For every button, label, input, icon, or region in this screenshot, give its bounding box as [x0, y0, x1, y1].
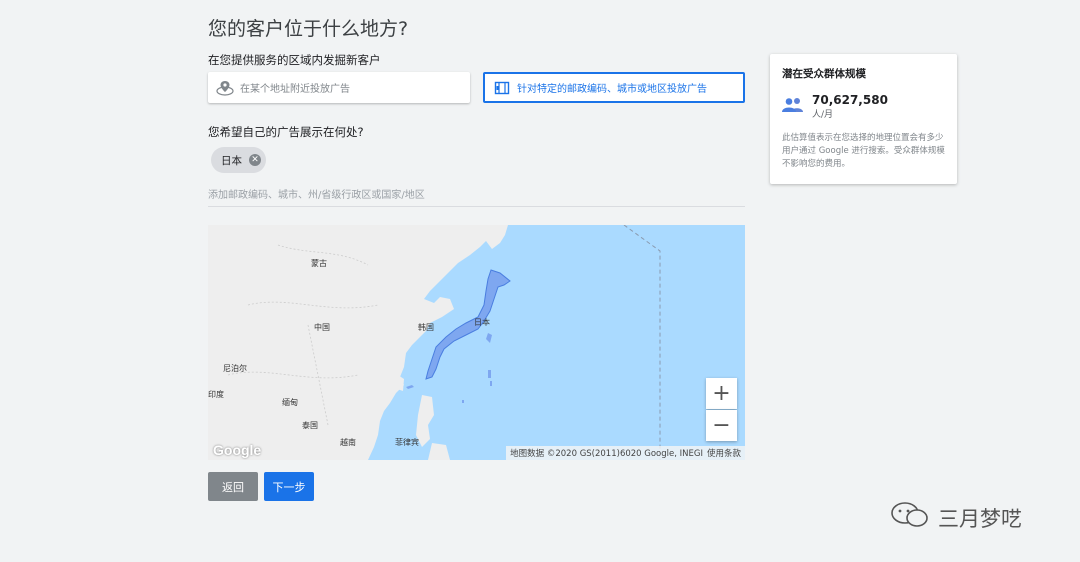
people-icon — [782, 97, 804, 117]
zoom-in-button[interactable]: + — [706, 378, 737, 409]
zoom-out-button[interactable]: − — [706, 410, 737, 441]
terms-link[interactable]: 使用条款 — [707, 447, 741, 459]
service-area-label: 在您提供服务的区域内发掘新客户 — [208, 53, 381, 67]
audience-unit: 人/月 — [812, 110, 834, 120]
map-label-korea: 韩国 — [418, 323, 434, 332]
map-label-china: 中国 — [314, 323, 330, 332]
chip-label: 日本 — [221, 154, 242, 167]
wechat-icon — [890, 500, 930, 535]
map-label-mongolia: 蒙古 — [311, 259, 327, 268]
ryukyu-island — [406, 385, 414, 389]
audience-card-title: 潜在受众群体规模 — [782, 68, 866, 80]
southern-islands — [428, 443, 450, 460]
wechat-watermark: 三月梦呓 — [890, 500, 1022, 535]
location-radius-icon — [216, 79, 234, 97]
map-data-credit: 地图数据 ©2020 GS(2011)6020 Google, INEGI — [510, 449, 703, 459]
map-attribution: 地图数据 ©2020 GS(2011)6020 Google, INEGI 使用… — [506, 446, 745, 460]
region-map-icon — [493, 79, 511, 97]
audience-size-card: 潜在受众群体规模 70,627,580 人/月 此估算值表示在您选择的地理位置会… — [770, 54, 957, 184]
map-label-japan: 日本 — [474, 318, 490, 327]
date-line-boundary — [623, 225, 661, 460]
nearby-address-label: 在某个地址附近投放广告 — [240, 84, 350, 95]
remove-chip-icon[interactable]: ✕ — [249, 154, 261, 166]
page-title: 您的客户位于什么地方? — [208, 18, 409, 40]
sakhalin-landmass — [484, 225, 508, 249]
japan-island-b — [490, 381, 492, 386]
location-search-input[interactable] — [208, 185, 745, 207]
targeted-region-label: 针对特定的邮政编码、城市或地区投放广告 — [517, 84, 707, 95]
map-label-india: 印度 — [208, 390, 224, 399]
map-label-nepal: 尼泊尔 — [223, 364, 247, 373]
map-label-thailand: 泰国 — [302, 421, 318, 430]
audience-description: 此估算值表示在您选择的地理位置会有多少用户通过 Google 进行搜索。受众群体… — [782, 133, 945, 169]
japan-island-a — [488, 370, 491, 378]
nearby-address-option[interactable]: 在某个地址附近投放广告 — [208, 72, 470, 103]
taiwan-landmass — [397, 375, 404, 391]
japan-small-island — [486, 333, 492, 343]
location-chip-japan: 日本 ✕ — [211, 147, 266, 173]
map-view[interactable]: 蒙古 中国 韩国 日本 尼泊尔 印度 缅甸 泰国 越南 菲律宾 + − Goog… — [208, 225, 745, 460]
next-button[interactable]: 下一步 — [264, 472, 314, 501]
japan-island-c — [462, 400, 464, 403]
japan-region-highlight — [425, 269, 511, 380]
ad-location-label: 您希望自己的广告展示在何处? — [208, 125, 364, 139]
map-canvas — [208, 225, 661, 460]
google-logo: Google — [213, 442, 262, 458]
map-label-myanmar: 缅甸 — [282, 398, 298, 407]
audience-stat-row: 70,627,580 人/月 — [782, 93, 945, 120]
watermark-text: 三月梦呓 — [938, 506, 1022, 531]
back-button[interactable]: 返回 — [208, 472, 258, 501]
audience-count: 70,627,580 — [812, 93, 888, 107]
map-label-philippines: 菲律宾 — [395, 438, 419, 447]
targeted-region-option[interactable]: 针对特定的邮政编码、城市或地区投放广告 — [483, 72, 745, 103]
map-label-vietnam: 越南 — [340, 438, 356, 447]
